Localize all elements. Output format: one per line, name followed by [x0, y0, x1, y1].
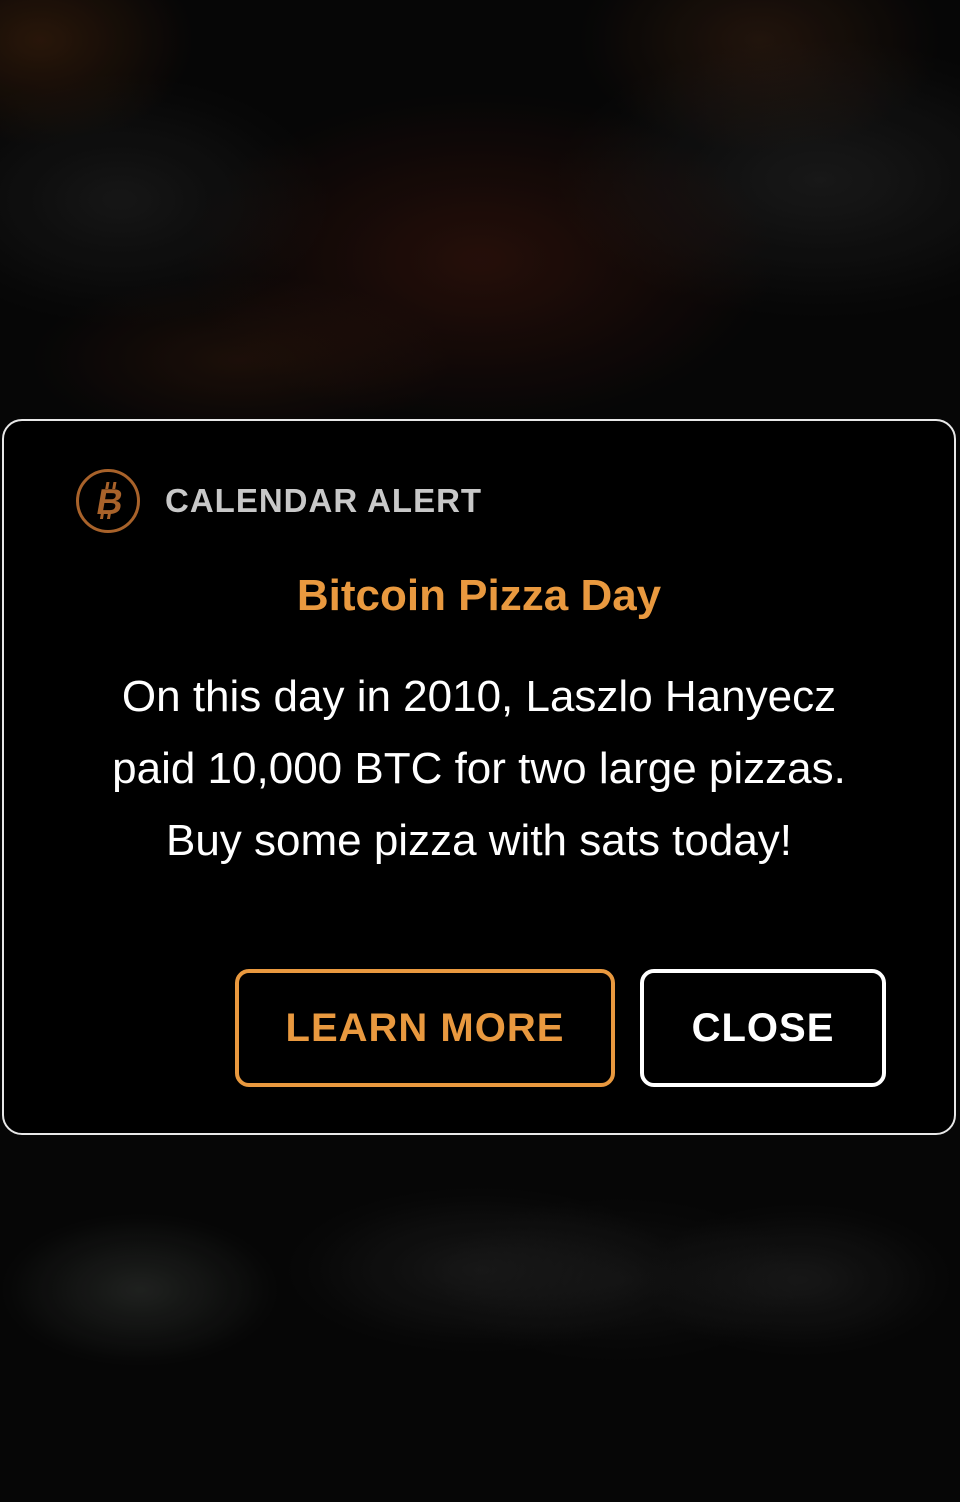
alert-message-line: On this day in 2010, Laszlo Hanyecz — [121, 672, 837, 721]
close-button[interactable]: CLOSE — [640, 969, 886, 1087]
lock-screen-background: B CALENDAR ALERT Bitcoin Pizza Day On th… — [0, 0, 960, 1502]
alert-header: B CALENDAR ALERT — [76, 469, 482, 533]
alert-message-line: Buy some pizza with sats today! — [165, 816, 793, 865]
learn-more-button[interactable]: LEARN MORE — [235, 969, 615, 1087]
alert-category-label: CALENDAR ALERT — [165, 482, 483, 519]
calendar-alert-modal: B CALENDAR ALERT Bitcoin Pizza Day On th… — [2, 419, 956, 1135]
alert-title: Bitcoin Pizza Day — [296, 571, 662, 620]
bitcoin-icon: B — [76, 469, 140, 533]
alert-message-line: paid 10,000 BTC for two large pizzas. — [112, 744, 846, 793]
alert-message: On this day in 2010, Laszlo Hanyecz paid… — [44, 661, 914, 877]
